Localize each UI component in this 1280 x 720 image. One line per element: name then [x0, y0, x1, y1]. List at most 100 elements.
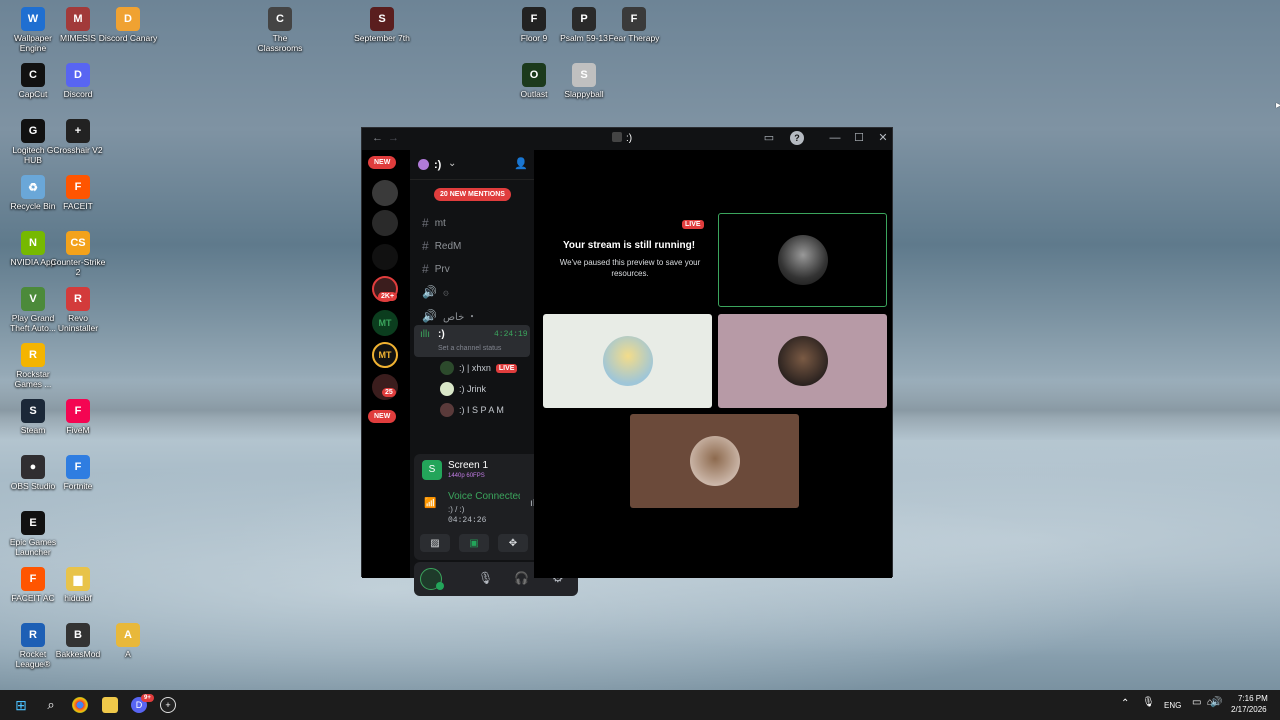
video-tile[interactable] — [630, 414, 799, 508]
server-header[interactable]: :) ⌄ 👤 — [410, 150, 534, 180]
voice-channel-icon: 🔊 — [422, 285, 437, 299]
chevron-down-icon: ⌄ — [448, 158, 457, 169]
screen-share-button[interactable]: ▣ — [459, 534, 489, 552]
server-icon-2[interactable] — [372, 210, 398, 236]
search-icon[interactable]: ⌕ — [43, 697, 59, 713]
desktop-icon[interactable]: + Crosshair V2 — [48, 115, 108, 155]
voice-user[interactable]: :) I S P A M — [440, 403, 504, 417]
monitor-icon[interactable]: ▭ — [1192, 697, 1201, 708]
app-icon: ● — [21, 455, 45, 479]
app-icon: F — [66, 175, 90, 199]
camera-off-icon: ▨ — [430, 537, 440, 549]
app-icon: CS — [66, 231, 90, 255]
clock-time[interactable]: 7:16 PM — [1238, 694, 1268, 703]
desktop-icon-label: Discord Canary — [98, 33, 158, 43]
channel-name: خاص ・ — [442, 312, 478, 323]
voice-user-name: :) I S P A M — [459, 405, 504, 415]
channel-item[interactable]: 🔊 خاص ・ — [422, 308, 478, 324]
invite-people-icon[interactable]: 👤 — [514, 157, 528, 170]
live-badge: LIVE — [682, 220, 704, 229]
desktop-icon[interactable]: F FACEIT — [48, 171, 108, 211]
desktop-icon[interactable]: S September 7th — [352, 3, 412, 43]
desktop-icon[interactable]: F FiveM — [48, 395, 108, 435]
headphones-icon[interactable]: 🎧 — [514, 571, 529, 585]
voice-status[interactable]: Voice Connected — [448, 491, 520, 502]
chrome-icon[interactable] — [72, 697, 88, 713]
desktop-icon-label: Fear Therapy — [608, 33, 660, 43]
forward-arrow-icon[interactable]: → — [388, 132, 399, 144]
participant-avatar — [689, 436, 740, 486]
clock-date[interactable]: 2/17/2026 — [1231, 705, 1267, 714]
desktop-icon[interactable]: R Rockstar Games ... — [3, 339, 63, 389]
app-icon: + — [66, 119, 90, 143]
desktop-icon[interactable]: D Discord Canary — [98, 3, 158, 43]
inbox-icon[interactable]: ▭ — [762, 131, 776, 145]
help-icon[interactable]: ? — [790, 131, 804, 145]
desktop-icon-label: Rockstar Games ... — [14, 369, 52, 389]
language-indicator[interactable]: ENG — [1164, 701, 1181, 710]
video-tile[interactable] — [543, 314, 712, 408]
desktop-icon[interactable]: R Revo Uninstaller — [48, 283, 108, 333]
voice-stage: LIVE Your stream is still running! We've… — [534, 150, 892, 578]
voice-activity-icon: ıllı — [420, 329, 430, 340]
channel-item[interactable]: # Prv — [422, 262, 450, 276]
voice-location[interactable]: :) / :) — [448, 505, 464, 514]
activities-button[interactable]: ✥ — [498, 534, 528, 552]
participant-avatar — [602, 336, 653, 386]
server-icon-1[interactable] — [372, 180, 398, 206]
server-icon-mt-green[interactable]: MT — [372, 310, 398, 336]
voice-channel-active[interactable]: ıllı :) 4:24:19 Set a channel status — [414, 325, 530, 357]
back-arrow-icon[interactable]: ← — [372, 132, 383, 144]
camera-off-button[interactable]: ▨ — [420, 534, 450, 552]
crosshair-taskbar-icon[interactable]: + — [160, 697, 176, 713]
new-badge[interactable]: NEW — [368, 156, 397, 169]
server-name: :) — [434, 159, 442, 171]
unread-count-badge: 25 — [382, 388, 396, 397]
connection-signal-icon[interactable]: 📶 — [424, 498, 436, 509]
microphone-icon[interactable]: 🎙 — [478, 571, 493, 585]
start-button-icon[interactable]: ⊞ — [13, 697, 29, 713]
user-avatar — [440, 403, 454, 417]
maximize-button[interactable]: ☐ — [852, 131, 866, 145]
channel-status-field[interactable]: Set a channel status — [438, 345, 501, 352]
microphone-tray-icon[interactable]: 🎙 — [1142, 697, 1155, 708]
desktop-icon[interactable]: S Slappyball — [554, 59, 614, 99]
channel-item[interactable]: # mt — [422, 216, 446, 230]
desktop-icon[interactable]: AA — [98, 619, 158, 659]
window-title: :) — [612, 132, 632, 144]
app-icon: O — [522, 63, 546, 87]
desktop-icon[interactable]: ▆ hidusbf — [48, 563, 108, 603]
video-tile[interactable] — [718, 314, 887, 408]
desktop-icon[interactable]: CS Counter-Strike 2 — [48, 227, 108, 277]
desktop-icon-label: The Classrooms — [257, 33, 303, 53]
channel-name: Prv — [434, 263, 450, 275]
new-badge-bottom[interactable]: NEW — [368, 410, 397, 423]
desktop-icon[interactable]: D Discord — [48, 59, 108, 99]
voice-user[interactable]: :) | xhxn LIVE — [440, 361, 518, 375]
taskbar: ⊞ ⌕ D 9+ + ⌃ 🎙 ENG ▭ ⌂ 🔊 7:16 PM 2/17/20… — [0, 690, 1280, 720]
desktop-icon[interactable]: F Fear Therapy — [604, 3, 664, 43]
mouse-cursor-icon: ▸ — [1276, 100, 1280, 111]
voice-user[interactable]: :) Jrink — [440, 382, 486, 396]
app-icon: W — [21, 7, 45, 31]
file-explorer-icon[interactable] — [102, 697, 118, 713]
desktop-icon-label: Slappyball — [564, 89, 604, 99]
channel-item[interactable]: 🔊 ۞ — [422, 285, 449, 299]
window-title-text: :) — [626, 133, 633, 144]
minimize-button[interactable]: — — [828, 131, 842, 145]
new-mentions-pill[interactable]: 20 NEW MENTIONS — [434, 188, 511, 201]
text-channel-icon: # — [422, 262, 429, 276]
chevron-up-icon[interactable]: ⌃ — [1121, 698, 1129, 709]
channel-item[interactable]: # RedM — [422, 239, 461, 253]
desktop-icon[interactable]: C The Classrooms — [250, 3, 310, 53]
server-icon-mt-gold[interactable]: MT — [372, 342, 398, 368]
discord-window: ← → :) ▭ ? — ☐ ✕ NEW 2K+ MT MT 25 NEW :)… — [361, 127, 893, 596]
desktop-icon[interactable]: E Epic Games Launcher — [3, 507, 63, 557]
volume-icon[interactable]: 🔊 — [1210, 697, 1222, 708]
server-icon-3[interactable] — [372, 244, 398, 270]
close-button[interactable]: ✕ — [876, 131, 890, 145]
desktop-icon[interactable]: F Fortnite — [48, 451, 108, 491]
desktop-icon-label: FACEIT — [63, 201, 93, 211]
video-tile-speaking[interactable] — [718, 213, 887, 307]
desktop-icon-label: Revo Uninstaller — [57, 313, 99, 333]
